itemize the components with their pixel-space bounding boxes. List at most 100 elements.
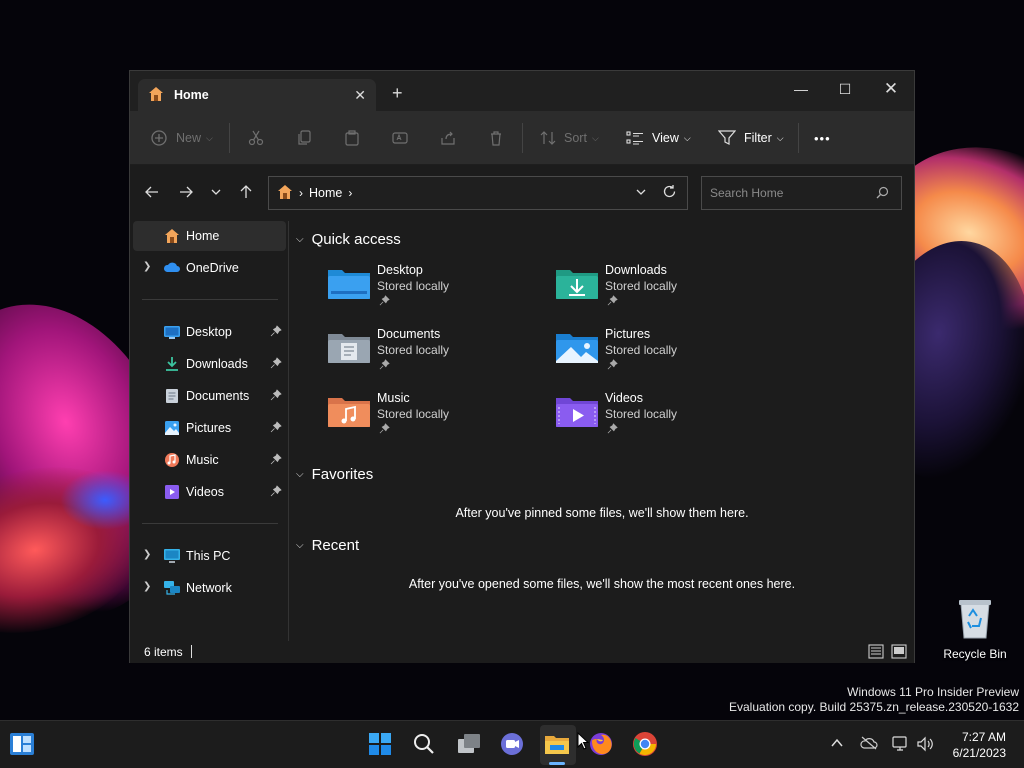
show-hidden-icons-button[interactable] — [830, 736, 844, 753]
network-tray-button[interactable] — [892, 736, 910, 755]
collapse-chevron-icon: ⌵ — [296, 469, 304, 480]
sidebar-item-label: OneDrive — [186, 261, 239, 275]
pin-icon[interactable] — [270, 389, 282, 404]
sidebar-item-label: Documents — [186, 389, 250, 403]
collapse-chevron-icon: ⌵ — [296, 540, 304, 551]
pane-splitter[interactable] — [288, 221, 289, 641]
view-icon — [626, 130, 644, 146]
clock-time: 7:27 AM — [961, 730, 1006, 744]
sidebar-item-network[interactable]: ❯ Network — [133, 573, 286, 603]
quick-access-item-desktop[interactable]: Desktop Stored locally — [327, 261, 547, 313]
recent-locations-button[interactable] — [202, 165, 230, 221]
pin-icon[interactable] — [270, 485, 282, 500]
tiles-view-icon[interactable] — [891, 644, 907, 662]
sidebar-item-documents[interactable]: Documents — [133, 381, 286, 411]
pin-icon[interactable] — [270, 421, 282, 436]
item-name: Documents — [377, 327, 441, 341]
pin-icon — [607, 359, 618, 373]
rename-button[interactable] — [392, 111, 408, 165]
search-input[interactable]: Search Home — [701, 176, 902, 210]
more-options-button[interactable]: ••• — [814, 111, 831, 165]
favorites-header[interactable]: ⌵ Favorites — [296, 466, 373, 483]
volume-icon — [916, 736, 934, 755]
view-label: View — [652, 131, 679, 145]
start-button[interactable] — [366, 731, 394, 759]
pin-icon[interactable] — [270, 325, 282, 340]
share-button[interactable] — [440, 111, 456, 165]
file-explorer-button[interactable] — [543, 731, 571, 759]
filter-label: Filter — [744, 131, 772, 145]
breadcrumb-home[interactable]: Home — [309, 186, 342, 200]
sidebar-item-desktop[interactable]: Desktop — [133, 317, 286, 347]
paste-button[interactable] — [344, 111, 360, 165]
sort-button[interactable]: Sort ⌵ — [540, 111, 599, 165]
chat-button[interactable] — [498, 731, 526, 759]
sidebar-item-pictures[interactable]: Pictures — [133, 413, 286, 443]
clock[interactable]: 7:27 AM 6/21/2023 — [953, 729, 1006, 761]
chrome-button[interactable] — [631, 731, 659, 759]
copy-button[interactable] — [296, 111, 312, 165]
rename-icon — [392, 130, 408, 146]
back-button[interactable] — [138, 165, 166, 221]
view-button[interactable]: View ⌵ — [626, 111, 691, 165]
new-tab-button[interactable]: + — [392, 83, 403, 104]
recent-header[interactable]: ⌵ Recent — [296, 537, 359, 554]
task-view-button[interactable] — [455, 731, 483, 759]
onedrive-tray-button[interactable] — [860, 736, 878, 753]
breadcrumb-chevron-icon[interactable]: › — [348, 186, 352, 200]
quick-access-item-videos[interactable]: Videos Stored locally — [555, 389, 775, 441]
forward-button[interactable] — [172, 165, 200, 221]
minimize-button[interactable]: — — [778, 75, 824, 103]
sidebar-item-downloads[interactable]: Downloads — [133, 349, 286, 379]
sidebar-item-this-pc[interactable]: ❯ This PC — [133, 541, 286, 571]
delete-button[interactable] — [488, 111, 504, 165]
sidebar-item-music[interactable]: Music — [133, 445, 286, 475]
quick-access-item-downloads[interactable]: Downloads Stored locally — [555, 261, 775, 313]
paste-icon — [344, 130, 360, 146]
new-button[interactable]: New ⌵ — [150, 111, 213, 165]
network-icon — [163, 580, 181, 596]
command-bar: New ⌵ Sort ⌵ View ⌵ Filter ⌵ ••• — [130, 111, 914, 165]
address-dropdown-icon[interactable] — [635, 186, 647, 201]
quick-access-item-documents[interactable]: Documents Stored locally — [327, 325, 547, 377]
expand-chevron-icon[interactable]: ❯ — [143, 261, 151, 272]
sidebar-item-onedrive[interactable]: ❯ OneDrive — [133, 253, 286, 283]
up-button[interactable] — [232, 165, 260, 221]
sidebar-item-home[interactable]: Home — [133, 221, 286, 251]
details-view-icon[interactable] — [868, 644, 884, 662]
search-button[interactable] — [410, 731, 438, 759]
recycle-bin[interactable]: Recycle Bin — [940, 596, 1010, 661]
cut-button[interactable] — [248, 111, 264, 165]
music-folder-icon — [327, 393, 371, 429]
chevron-down-icon: ⌵ — [591, 132, 599, 143]
item-location: Stored locally — [377, 407, 450, 421]
documents-icon — [163, 388, 181, 404]
clock-date: 6/21/2023 — [952, 746, 1006, 760]
volume-tray-button[interactable] — [916, 736, 934, 755]
firefox-button[interactable] — [587, 731, 615, 759]
home-icon — [163, 228, 181, 244]
widgets-button[interactable] — [8, 731, 36, 759]
sidebar-item-label: Desktop — [186, 325, 232, 339]
share-icon — [440, 130, 456, 146]
sidebar-item-videos[interactable]: Videos — [133, 477, 286, 507]
pin-icon[interactable] — [270, 453, 282, 468]
refresh-icon[interactable] — [662, 184, 677, 202]
maximize-button[interactable]: ☐ — [822, 75, 868, 103]
expand-chevron-icon[interactable]: ❯ — [143, 549, 151, 560]
pin-icon[interactable] — [270, 357, 282, 372]
search-placeholder: Search Home — [710, 186, 784, 200]
filter-button[interactable]: Filter ⌵ — [718, 111, 784, 165]
quick-access-item-pictures[interactable]: Pictures Stored locally — [555, 325, 775, 377]
tab-close-icon[interactable]: ✕ — [354, 87, 366, 104]
search-icon[interactable] — [876, 186, 889, 202]
quick-access-item-music[interactable]: Music Stored locally — [327, 389, 547, 441]
tab-home[interactable]: Home ✕ — [138, 79, 376, 111]
videos-icon — [163, 484, 181, 500]
expand-chevron-icon[interactable]: ❯ — [143, 581, 151, 592]
quick-access-header[interactable]: ⌵ Quick access — [296, 231, 401, 248]
sidebar-item-label: Network — [186, 581, 232, 595]
start-icon — [368, 732, 392, 759]
address-bar[interactable]: › Home › — [268, 176, 688, 210]
close-button[interactable]: ✕ — [868, 75, 914, 103]
